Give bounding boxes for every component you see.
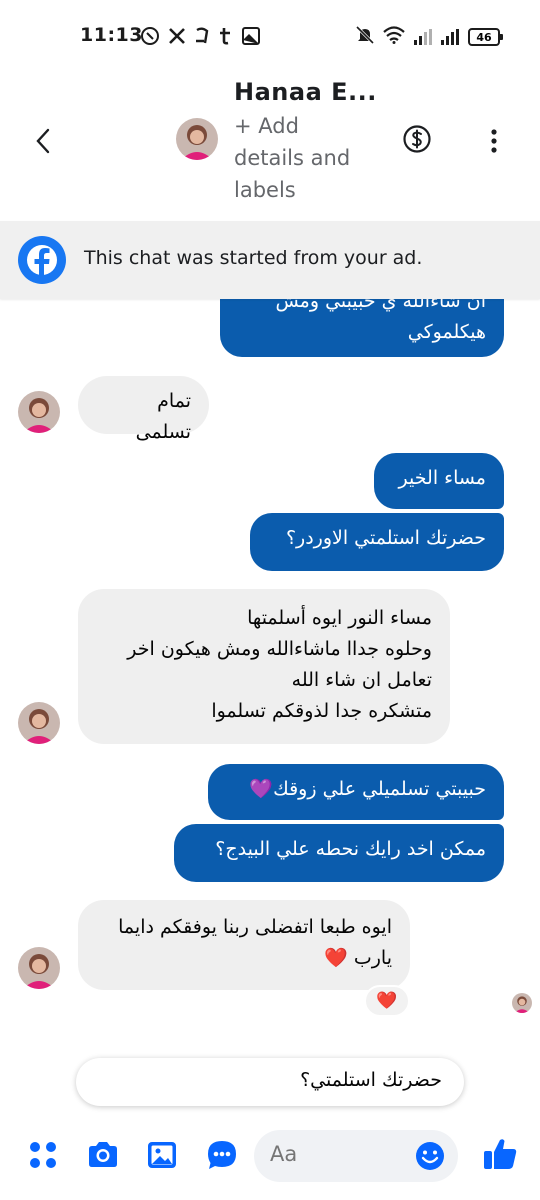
image-icon — [148, 1142, 176, 1168]
message-bubble-outgoing[interactable]: ان شاءالله ي حبيبتي ومش هيكلموكي — [220, 299, 504, 357]
ad-banner-text: This chat was started from your ad. — [84, 247, 423, 269]
more-vertical-icon — [491, 129, 497, 153]
apps-button[interactable] — [26, 1138, 60, 1172]
notification-icon — [194, 27, 210, 50]
dollar-icon — [403, 125, 431, 153]
status-bar: 11:13 46 — [0, 0, 540, 72]
camera-button[interactable] — [86, 1138, 120, 1172]
heart-icon: ❤️ — [376, 991, 398, 1011]
message-text: ان شاءالله ي حبيبتي ومش هيكلموكي — [275, 299, 486, 343]
seen-indicator-avatar — [512, 993, 532, 1013]
ad-banner: This chat was started from your ad. — [0, 221, 540, 299]
thumbs-up-icon — [484, 1139, 517, 1169]
gallery-icon — [242, 27, 260, 50]
sender-avatar[interactable] — [18, 947, 60, 989]
emoji-button[interactable] — [414, 1140, 446, 1172]
suggested-reply-chip[interactable]: حضرتك استلمتي؟ — [76, 1058, 464, 1106]
message-text: مساء الخير — [398, 467, 486, 489]
message-bubble-outgoing[interactable]: مساء الخير — [374, 453, 504, 509]
message-text: ممكن اخد رايك نحطه علي البيدج؟ — [215, 838, 486, 860]
sender-avatar[interactable] — [18, 702, 60, 744]
message-text: مساء النور ايوه أسلمتها وحلوه جداا ماشاء… — [127, 607, 432, 722]
message-text: حضرتك استلمتي الاوردر؟ — [285, 527, 486, 549]
message-input[interactable] — [270, 1142, 410, 1166]
message-list[interactable]: ان شاءالله ي حبيبتي ومش هيكلموكي تمام تس… — [0, 299, 540, 1051]
chevron-left-icon — [36, 128, 50, 154]
message-text: تمام تسلمى — [135, 390, 191, 443]
camera-icon — [89, 1142, 117, 1167]
message-text: حبيبتي تسلميلي علي زوقك💜 — [249, 778, 486, 800]
contact-name[interactable]: Hanaa E... — [234, 78, 377, 106]
saved-replies-button[interactable] — [205, 1138, 239, 1172]
status-time: 11:13 — [80, 24, 143, 46]
mute-icon — [355, 25, 375, 48]
more-options-button[interactable] — [482, 126, 506, 156]
wifi-icon — [383, 26, 405, 48]
facebook-icon — [18, 236, 66, 284]
message-text: ايوه طبعا اتفضلى ربنا يوفقكم دايما يارب … — [118, 916, 392, 969]
contact-avatar[interactable] — [176, 118, 218, 160]
add-details-link[interactable]: + Add details and labels — [234, 110, 374, 206]
back-button[interactable] — [30, 124, 58, 158]
payment-button[interactable] — [402, 124, 432, 154]
message-bubble-outgoing[interactable]: حبيبتي تسلميلي علي زوقك💜 — [208, 764, 504, 820]
message-bubble-incoming[interactable]: ايوه طبعا اتفضلى ربنا يوفقكم دايما يارب … — [78, 900, 410, 990]
sender-avatar[interactable] — [18, 391, 60, 433]
like-button[interactable] — [482, 1136, 517, 1170]
emoji-icon — [416, 1142, 444, 1170]
whatsapp-icon — [140, 26, 160, 51]
message-input-box[interactable] — [254, 1130, 458, 1182]
signal-icon — [441, 29, 459, 45]
battery-icon: 46 — [468, 28, 503, 46]
tumblr-icon — [218, 27, 234, 50]
message-bubble-outgoing[interactable]: حضرتك استلمتي الاوردر؟ — [250, 513, 504, 571]
message-bubble-incoming[interactable]: مساء النور ايوه أسلمتها وحلوه جداا ماشاء… — [78, 589, 450, 744]
chat-header: Hanaa E... + Add details and labels — [0, 72, 540, 220]
reaction-badge[interactable]: ❤️ — [364, 985, 410, 1017]
gallery-button[interactable] — [145, 1138, 179, 1172]
x-icon — [168, 27, 186, 50]
message-bubble-incoming[interactable]: تمام تسلمى — [78, 376, 209, 443]
signal-icon — [414, 29, 432, 45]
chat-bubble-icon — [208, 1141, 236, 1169]
grid-dots-icon — [30, 1142, 56, 1168]
message-bubble-outgoing[interactable]: ممكن اخد رايك نحطه علي البيدج؟ — [174, 824, 504, 882]
message-composer — [0, 1122, 540, 1200]
